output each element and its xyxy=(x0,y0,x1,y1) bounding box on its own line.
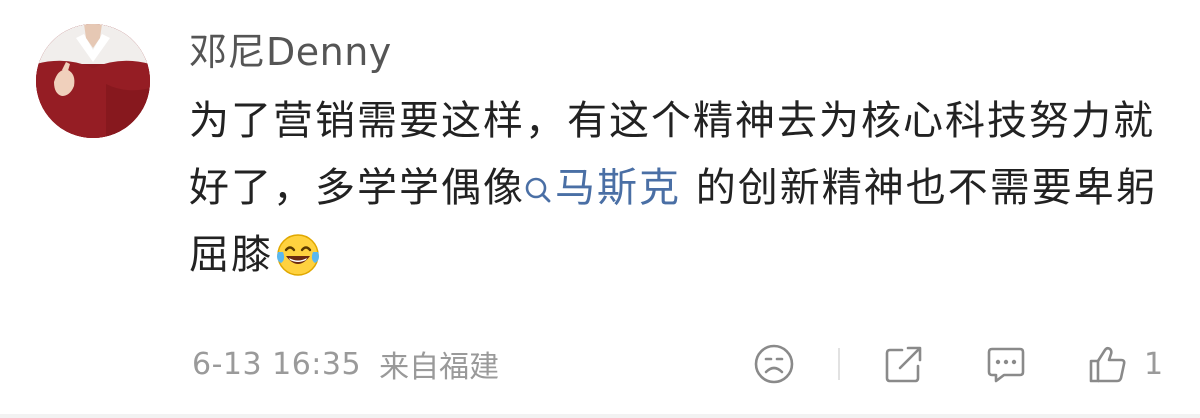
reply-button[interactable] xyxy=(984,338,1028,390)
comment-text: 为了营销需要这样，有这个精神去为核心科技努力就好了，多学学偶像 马斯克 的创新精神… xyxy=(189,88,1174,289)
smiley-icon xyxy=(754,344,794,384)
thumbs-up-icon xyxy=(1089,346,1126,383)
reaction-button[interactable] xyxy=(752,338,796,390)
divider xyxy=(838,348,840,380)
like-button[interactable]: 1 xyxy=(1086,338,1163,390)
avatar[interactable] xyxy=(36,24,150,138)
mention-label[interactable]: 马斯克 xyxy=(555,165,681,211)
like-count: 1 xyxy=(1144,346,1164,382)
share-icon xyxy=(885,346,922,383)
comment-icon xyxy=(987,347,1025,383)
laughing-tears-icon xyxy=(277,234,319,276)
username[interactable]: 邓尼Denny xyxy=(189,28,392,76)
separator xyxy=(0,414,1200,418)
search-icon xyxy=(525,177,551,203)
action-bar: 1 xyxy=(0,338,1200,390)
comment-card: 邓尼Denny 为了营销需要这样，有这个精神去为核心科技努力就好了，多学学偶像马… xyxy=(0,0,1200,418)
mention-link[interactable]: 马斯克 xyxy=(525,165,681,211)
repost-button[interactable] xyxy=(882,338,926,390)
